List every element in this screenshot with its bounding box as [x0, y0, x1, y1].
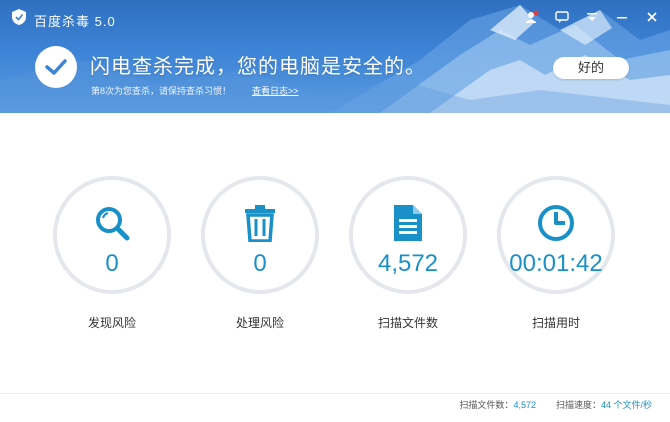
stat-ring: 0 [201, 176, 319, 294]
stat-value: 00:01:42 [509, 250, 603, 277]
shield-logo-icon [12, 9, 26, 25]
clock-icon [538, 205, 574, 241]
success-check-badge [35, 46, 77, 88]
scan-speed-label: 扫描速度： [555, 400, 601, 410]
scan-speed-value: 44 个文件/秒 [600, 400, 652, 410]
files-scanned-label: 扫描文件数： [459, 400, 514, 410]
dropdown-menu-icon[interactable] [584, 10, 600, 24]
stat-value: 0 [253, 250, 267, 277]
search-icon [96, 207, 130, 241]
close-icon[interactable] [644, 10, 660, 24]
header-banner: 百度杀毒 5.0 闪电查杀完成，您的电脑是安全的。 第8次为您查杀，请保持查杀习… [0, 0, 670, 113]
scan-speed-summary: 扫描速度：44 个文件/秒 [556, 398, 652, 411]
titlebar-controls [524, 10, 660, 24]
ok-button[interactable]: 好的 [553, 57, 629, 79]
person-badge-icon[interactable] [524, 10, 540, 24]
chat-icon[interactable] [554, 10, 570, 24]
files-scanned-summary: 扫描文件数：4,572 [459, 398, 536, 411]
minimize-icon[interactable] [614, 10, 630, 24]
footer-divider [0, 393, 670, 394]
view-log-link[interactable]: 查看日志>> [252, 84, 299, 97]
stat-value: 0 [105, 250, 119, 277]
stat-files-scanned: 4,572 扫描文件数 [349, 176, 467, 331]
status-footer: 扫描文件数：4,572 扫描速度：44 个文件/秒 [459, 398, 652, 411]
stat-risks-handled: 0 处理风险 [201, 176, 319, 331]
stat-ring: 00:01:42 [497, 176, 615, 294]
trash-icon [245, 205, 275, 242]
scan-result-title: 闪电查杀完成，您的电脑是安全的。 [90, 56, 426, 78]
title-bar: 百度杀毒 5.0 [0, 0, 670, 30]
stat-ring: 4,572 [349, 176, 467, 294]
stat-label: 处理风险 [235, 316, 284, 330]
scan-count-message: 第8次为您查杀，请保持查杀习惯！ [91, 86, 232, 96]
stat-scan-time: 00:01:42 扫描用时 [497, 176, 615, 331]
document-icon [394, 205, 422, 241]
stat-label: 扫描用时 [531, 316, 580, 330]
stat-label: 发现风险 [87, 316, 136, 330]
files-scanned-value: 4,572 [513, 400, 536, 410]
stat-label: 扫描文件数 [377, 316, 438, 330]
stat-ring: 0 [53, 176, 171, 294]
stat-value: 4,572 [377, 250, 439, 277]
app-title: 百度杀毒 5.0 [34, 14, 116, 29]
checkmark-icon [45, 59, 67, 75]
stat-risks-found: 0 发现风险 [53, 176, 171, 331]
